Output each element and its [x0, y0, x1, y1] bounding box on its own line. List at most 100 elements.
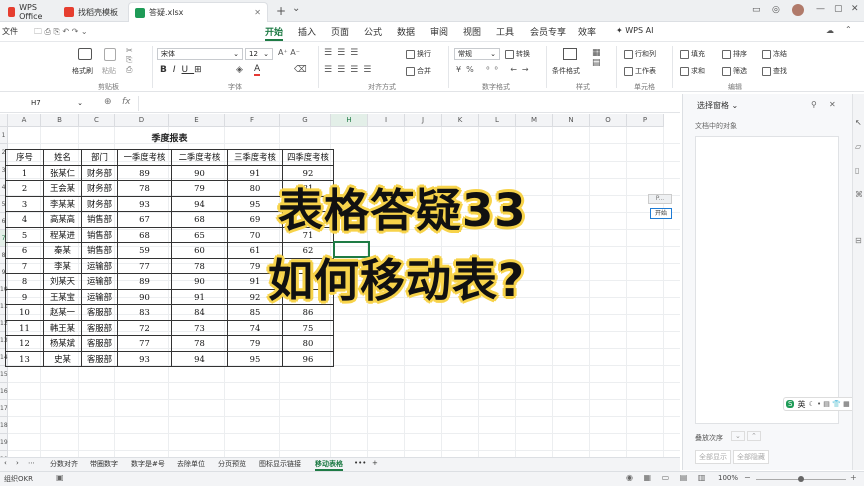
add-sheet-button[interactable]: + — [372, 459, 378, 467]
cursor-tool-icon[interactable]: ↖ — [855, 118, 862, 127]
sum-button[interactable]: 求和 — [680, 66, 705, 76]
clear-format-icon[interactable]: ⌫ — [294, 65, 307, 75]
row-header-16[interactable]: 16 — [0, 383, 8, 400]
table-header-cell[interactable]: 部门 — [81, 149, 118, 166]
skin-icon[interactable]: ◎ — [772, 5, 780, 15]
sheet-tab-3[interactable]: 去除单位 — [177, 459, 205, 469]
table-cell[interactable]: 运输部 — [81, 273, 118, 290]
table-cell[interactable]: 客服部 — [81, 335, 118, 352]
menu-review[interactable]: 审阅 — [430, 25, 448, 38]
column-header-I[interactable]: I — [368, 114, 405, 127]
cut-copy-icons[interactable]: ✂ ⎘ ⎙ — [126, 46, 133, 75]
table-cell[interactable]: 11 — [5, 319, 44, 336]
table-cell[interactable]: 程某进 — [43, 226, 82, 243]
number-buttons[interactable]: ¥% ⁰⁰ ←→ — [456, 65, 534, 74]
table-cell[interactable]: 运输部 — [81, 288, 118, 305]
table-cell[interactable]: 销售部 — [81, 226, 118, 243]
show-all-button[interactable]: 全部显示 — [695, 450, 731, 464]
table-cell[interactable]: 75 — [282, 319, 334, 336]
table-cell[interactable]: 王会某 — [43, 180, 82, 197]
column-header-C[interactable]: C — [79, 114, 115, 127]
table-cell[interactable]: 77 — [117, 257, 172, 274]
table-cell[interactable]: 94 — [171, 195, 228, 212]
menu-efficiency[interactable]: 效率 — [578, 25, 596, 38]
table-cell[interactable]: 12 — [5, 335, 44, 352]
conditional-format-icon[interactable] — [563, 48, 577, 60]
table-cell[interactable]: 91 — [227, 164, 283, 181]
table-cell[interactable]: 60 — [171, 242, 228, 259]
column-header-H[interactable]: H — [331, 114, 368, 127]
column-header-A[interactable]: A — [8, 114, 41, 127]
sheet-tab-4[interactable]: 分页预览 — [218, 459, 246, 469]
table-cell[interactable]: 70 — [227, 226, 283, 243]
select-all-corner[interactable] — [0, 114, 8, 127]
merge-button[interactable]: 合并 — [406, 66, 431, 76]
table-cell[interactable]: 李某某 — [43, 195, 82, 212]
row-header-19[interactable]: 19 — [0, 434, 8, 451]
table-cell[interactable]: 89 — [117, 273, 172, 290]
menu-view[interactable]: 视图 — [463, 25, 481, 38]
table-cell[interactable]: 77 — [117, 335, 172, 352]
window-icon[interactable]: ▭ — [752, 5, 761, 15]
table-header-cell[interactable]: 序号 — [5, 149, 44, 166]
font-color-icon[interactable]: A — [254, 64, 261, 76]
column-header-L[interactable]: L — [479, 114, 516, 127]
table-cell[interactable]: 59 — [117, 242, 172, 259]
avatar[interactable] — [792, 4, 804, 16]
row-header-15[interactable]: 15 — [0, 366, 8, 383]
table-cell[interactable]: 80 — [227, 180, 283, 197]
table-cell[interactable]: 91 — [171, 288, 228, 305]
table-cell[interactable]: 95 — [227, 195, 283, 212]
table-cell[interactable]: 73 — [171, 319, 228, 336]
table-cell[interactable]: 79 — [227, 335, 283, 352]
table-header-cell[interactable]: 姓名 — [43, 149, 82, 166]
quick-access-icons[interactable]: 🗀 ⎙ ⎘ ↶ ↷ ⌄ — [34, 26, 88, 40]
maximize-icon[interactable]: ▢ — [834, 4, 843, 14]
table-cell[interactable]: 78 — [171, 257, 228, 274]
tab-wps-office[interactable]: WPS Office — [2, 2, 56, 22]
table-cell[interactable]: 秦某 — [43, 242, 82, 259]
wrap-button[interactable]: 换行 — [406, 49, 431, 59]
column-header-B[interactable]: B — [41, 114, 79, 127]
table-cell[interactable]: 13 — [5, 350, 44, 367]
convert-button[interactable]: 转换 — [505, 49, 530, 59]
conditional-format-label[interactable]: 条件格式 — [552, 66, 580, 76]
object-list[interactable] — [695, 136, 839, 424]
table-cell[interactable]: 赵某一 — [43, 304, 82, 321]
font-size-select[interactable]: 12 ⌄ — [245, 48, 273, 60]
table-cell[interactable]: 68 — [171, 211, 228, 228]
table-cell[interactable]: 84 — [171, 304, 228, 321]
tab-dropdown-icon[interactable]: ⌄ — [292, 3, 300, 14]
table-cell[interactable]: 83 — [117, 304, 172, 321]
paste-icon[interactable] — [104, 48, 116, 61]
table-cell[interactable]: 78 — [117, 180, 172, 197]
column-header-N[interactable]: N — [553, 114, 590, 127]
table-header-cell[interactable]: 二季度考核 — [171, 149, 228, 166]
table-cell[interactable]: 4 — [5, 211, 44, 228]
side-tool-icon[interactable]: ⊟ — [855, 236, 862, 245]
column-header-P[interactable]: P — [627, 114, 664, 127]
close-window-icon[interactable]: ✕ — [851, 4, 859, 14]
sheet-tab-0[interactable]: 分数对齐 — [50, 459, 78, 469]
table-cell[interactable]: 96 — [282, 350, 334, 367]
shape-tool-icon[interactable]: ▱ — [855, 142, 861, 151]
table-cell[interactable]: 运输部 — [81, 257, 118, 274]
freeze-button[interactable]: 冻结 — [762, 49, 787, 59]
table-cell[interactable]: 杨某斌 — [43, 335, 82, 352]
pin-icon[interactable]: ⚲ — [811, 100, 817, 109]
menu-data[interactable]: 数据 — [397, 25, 415, 38]
find-button[interactable]: 查找 — [762, 66, 787, 76]
menu-page[interactable]: 页面 — [331, 25, 349, 38]
table-cell[interactable]: 10 — [5, 304, 44, 321]
sheet-tab-1[interactable]: 带圈数字 — [90, 459, 118, 469]
cloud-icon[interactable]: ☁ — [826, 26, 834, 35]
worksheet-button[interactable]: 工作表 — [624, 66, 656, 76]
table-cell[interactable]: 1 — [5, 164, 44, 181]
spreadsheet-grid[interactable]: ABCDEFGHIJKLMNOP 1 2 3 4 5 6 7 8 9 10 11 12 13 14 15 16… — [0, 114, 680, 457]
table-cell[interactable]: 韩王某 — [43, 319, 82, 336]
sheet-tabs-more[interactable]: ••• — [354, 459, 366, 467]
column-header-G[interactable]: G — [280, 114, 331, 127]
vertical-align-icons[interactable]: ☰☰☰ — [324, 48, 363, 58]
column-header-E[interactable]: E — [169, 114, 225, 127]
table-cell[interactable]: 客服部 — [81, 304, 118, 321]
